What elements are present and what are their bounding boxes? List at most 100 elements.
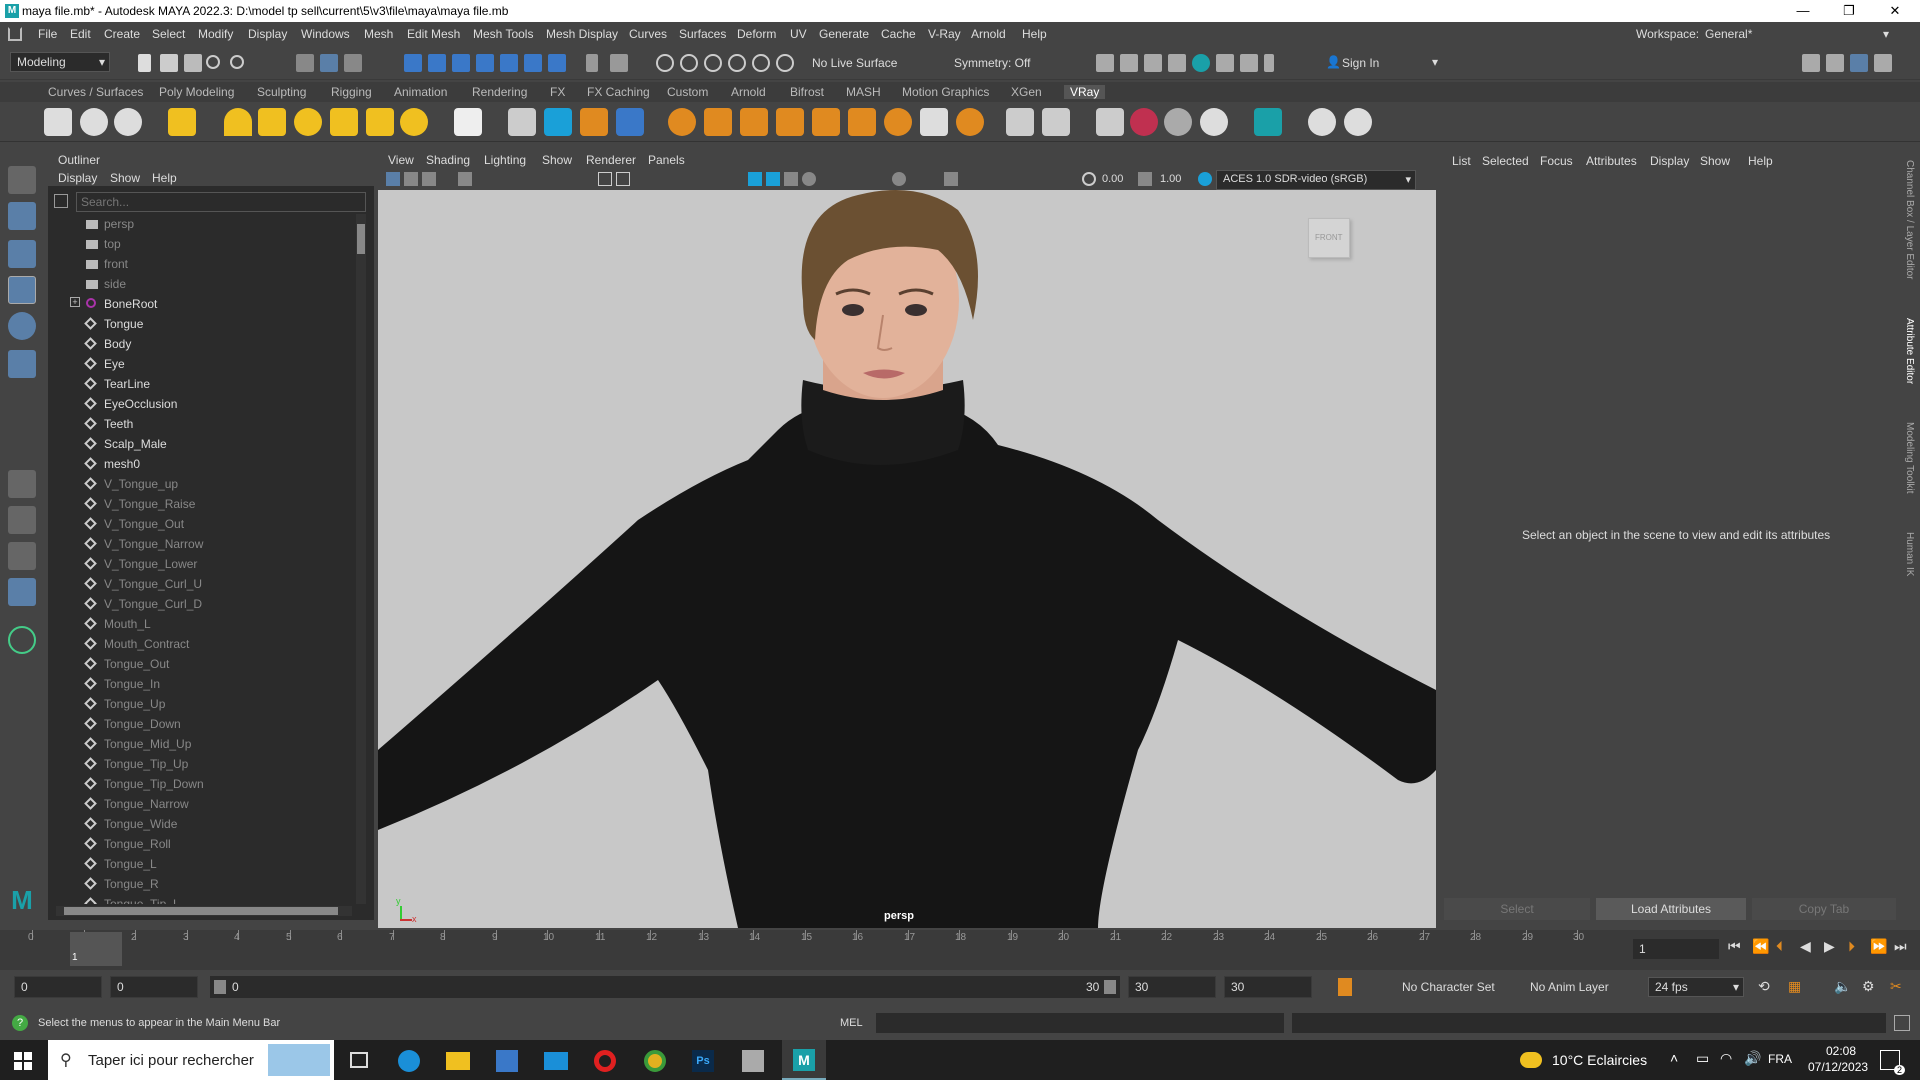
step-forward-icon[interactable]: ⏩: [1870, 938, 1887, 955]
film-gate-icon[interactable]: [616, 172, 630, 186]
hscrollbar-thumb[interactable]: [64, 907, 338, 915]
outliner-item[interactable]: V_Tongue_Narrow: [48, 534, 348, 554]
vp-menu-view[interactable]: View: [388, 153, 414, 167]
ipr-render-icon[interactable]: [1144, 54, 1162, 72]
outliner-item[interactable]: Tongue_Tip_Up: [48, 754, 348, 774]
multi-sphere-icon[interactable]: [1164, 108, 1192, 136]
outliner-item[interactable]: Tongue_Tip_L: [48, 894, 348, 904]
toon-icon[interactable]: [776, 108, 804, 136]
open-scene-icon[interactable]: [160, 54, 178, 72]
outliner-search-input[interactable]: [76, 192, 366, 212]
image-plane-icon[interactable]: [458, 172, 472, 186]
ae-menu-display[interactable]: Display: [1650, 154, 1689, 168]
outliner-item[interactable]: Scalp_Male: [48, 434, 348, 454]
shelf-tab-rendering[interactable]: Rendering: [472, 85, 527, 99]
outliner-item[interactable]: Eye: [48, 354, 348, 374]
shelf-tab-poly-modeling[interactable]: Poly Modeling: [159, 85, 234, 99]
close-button[interactable]: ✕: [1872, 0, 1918, 22]
play-forward-icon[interactable]: ▶: [1824, 938, 1835, 955]
shelf-tab-sculpting[interactable]: Sculpting: [257, 85, 306, 99]
color-ball-icon[interactable]: [1130, 108, 1158, 136]
shelf-tab-arnold[interactable]: Arnold: [731, 85, 766, 99]
outliner-item[interactable]: TearLine: [48, 374, 348, 394]
viewport-canvas[interactable]: FRONT y x persp: [378, 190, 1436, 928]
shelf-tab-custom[interactable]: Custom: [667, 85, 708, 99]
outliner-item[interactable]: front: [48, 254, 348, 274]
vray-vfb-icon[interactable]: [114, 108, 142, 136]
dome-light-icon[interactable]: [224, 108, 252, 136]
outliner-item[interactable]: Body: [48, 334, 348, 354]
anim-layer-dropdown[interactable]: No Anim Layer: [1530, 980, 1609, 994]
time-slider-track[interactable]: 0123456789101112131415161718192021222324…: [14, 930, 1598, 966]
outliner-item[interactable]: Tongue_Out: [48, 654, 348, 674]
scene-icon[interactable]: [580, 108, 608, 136]
shelf-tab-bifrost[interactable]: Bifrost: [790, 85, 824, 99]
vray-material-icon[interactable]: [168, 108, 196, 136]
redo-icon[interactable]: [230, 55, 244, 69]
lasso-add-icon[interactable]: [680, 54, 698, 72]
spot-light-icon[interactable]: [258, 108, 286, 136]
half-sphere-icon[interactable]: [884, 108, 912, 136]
tool-settings-icon[interactable]: [1874, 54, 1892, 72]
outliner-item[interactable]: Tongue_Up: [48, 694, 348, 714]
script-editor-icon[interactable]: [1894, 1015, 1910, 1031]
clock-date[interactable]: 07/12/2023: [1808, 1060, 1868, 1074]
render-settings-icon[interactable]: [1168, 54, 1186, 72]
snap-vertex-icon[interactable]: [524, 54, 542, 72]
shape-icon[interactable]: [1006, 108, 1034, 136]
task-view-icon[interactable]: [350, 1052, 368, 1068]
hypershade-icon[interactable]: [1192, 54, 1210, 72]
scrollbar-thumb[interactable]: [357, 224, 365, 254]
render-view-icon[interactable]: [1096, 54, 1114, 72]
sphere-light-icon[interactable]: [294, 108, 322, 136]
lasso-subtract-icon[interactable]: [704, 54, 722, 72]
notification-icon[interactable]: 2: [1880, 1050, 1905, 1075]
vp-menu-renderer[interactable]: Renderer: [586, 153, 636, 167]
channel-box-icon[interactable]: [1826, 54, 1844, 72]
menu-mesh-display[interactable]: Mesh Display: [546, 27, 618, 41]
ae-menu-focus[interactable]: Focus: [1540, 154, 1573, 168]
side-tab-human-ik[interactable]: Human IK: [1904, 532, 1915, 576]
render-frame-icon[interactable]: [1120, 54, 1138, 72]
go-to-start-icon[interactable]: ⏮: [1728, 938, 1741, 955]
color-space-dropdown[interactable]: ACES 1.0 SDR-video (sRGB) ▾: [1216, 170, 1416, 190]
step-forward-key-icon[interactable]: ⏵: [1848, 938, 1855, 955]
home-icon[interactable]: [8, 27, 22, 41]
ae-menu-attributes[interactable]: Attributes: [1586, 154, 1637, 168]
menu-cache[interactable]: Cache: [881, 27, 916, 41]
select-hierarchy-icon[interactable]: [296, 54, 314, 72]
select-object-icon[interactable]: [320, 54, 338, 72]
network-icon[interactable]: ▭: [1696, 1050, 1709, 1067]
range-handle-start[interactable]: [214, 980, 226, 994]
language-indicator[interactable]: FRA: [1768, 1052, 1792, 1066]
mel-label[interactable]: MEL: [840, 1017, 863, 1029]
lasso-icon[interactable]: [656, 54, 674, 72]
sign-in-dropdown[interactable]: 👤 Sign In ▾: [1322, 53, 1442, 73]
volume-icon[interactable]: 🔊: [1744, 1050, 1761, 1067]
outliner-item[interactable]: Tongue_Roll: [48, 834, 348, 854]
live-surface-label[interactable]: No Live Surface: [812, 56, 897, 70]
gamma-value[interactable]: 1.00: [1160, 173, 1181, 185]
two-view-icon[interactable]: [8, 542, 36, 570]
shelf-tab-animation[interactable]: Animation: [394, 85, 447, 99]
vray-ipr-icon[interactable]: [1240, 54, 1258, 72]
camera-select-icon[interactable]: [386, 172, 400, 186]
undo-icon[interactable]: [206, 55, 220, 69]
outliner-item[interactable]: V_Tongue_Raise: [48, 494, 348, 514]
outliner-item[interactable]: EyeOcclusion: [48, 394, 348, 414]
mesh-tools-icon[interactable]: [1042, 108, 1070, 136]
outliner-item[interactable]: persp: [48, 214, 348, 234]
range-slider-bar[interactable]: 0 30: [210, 976, 1120, 998]
playback-end-field[interactable]: 30: [1128, 976, 1216, 998]
menu-edit-mesh[interactable]: Edit Mesh: [407, 27, 460, 41]
grid-texture-icon[interactable]: [812, 108, 840, 136]
shelf-tab-xgen[interactable]: XGen: [1011, 85, 1042, 99]
vp-menu-panels[interactable]: Panels: [648, 153, 685, 167]
menu-modify[interactable]: Modify: [198, 27, 233, 41]
snap-help-icon[interactable]: [548, 54, 566, 72]
outliner-item[interactable]: side: [48, 274, 348, 294]
vray-settings-icon[interactable]: [44, 108, 72, 136]
proxy-export-icon[interactable]: [544, 108, 572, 136]
modeling-toolkit-icon[interactable]: [1802, 54, 1820, 72]
wireframe-icon[interactable]: [748, 172, 762, 186]
